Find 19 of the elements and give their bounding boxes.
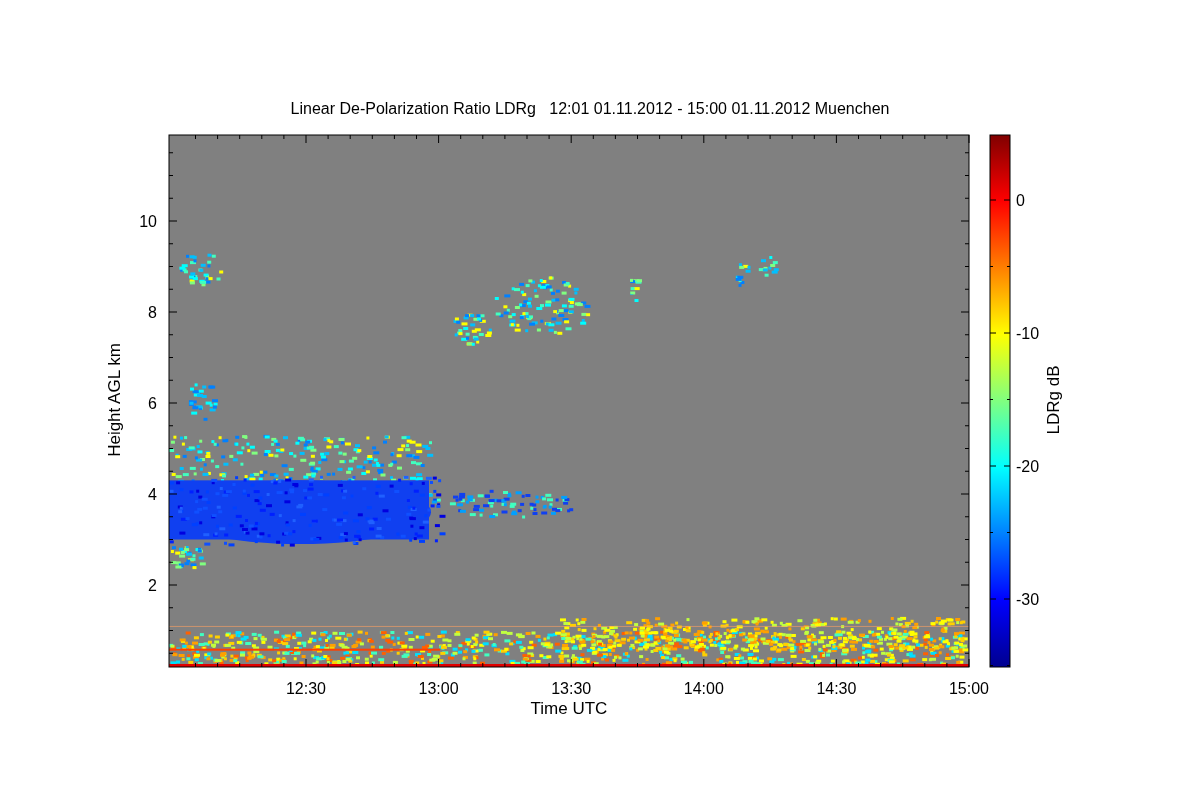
colorbar-tick-label: -20	[1016, 458, 1040, 475]
colorbar-tick-label: -10	[1016, 325, 1040, 342]
axis-label: Time UTC	[530, 699, 608, 718]
chart-title: Linear De-Polarization Ratio LDRg 12:01 01.11.2012 - 15:00 01.11.2012 Muenchen	[290, 100, 890, 117]
tick-label: 4	[148, 486, 157, 503]
tick-label: 13:00	[418, 680, 459, 697]
tick-label: 8	[148, 304, 157, 321]
tick-label: 6	[148, 395, 157, 412]
tick-label: 12:30	[286, 680, 326, 697]
colorbar-label: LDRg dB	[1044, 365, 1063, 435]
tick-label: 13:30	[551, 680, 592, 697]
tick-label: 10	[139, 213, 157, 230]
tick-label: 15:00	[949, 680, 989, 697]
colorbar-tick-label: 0	[1016, 192, 1025, 209]
axis-label: Height AGL km	[105, 343, 124, 457]
tick-label: 2	[148, 577, 157, 594]
tick-label: 14:00	[683, 680, 724, 697]
tick-label: 14:30	[816, 680, 857, 697]
colorbar-tick-label: -30	[1016, 591, 1040, 608]
